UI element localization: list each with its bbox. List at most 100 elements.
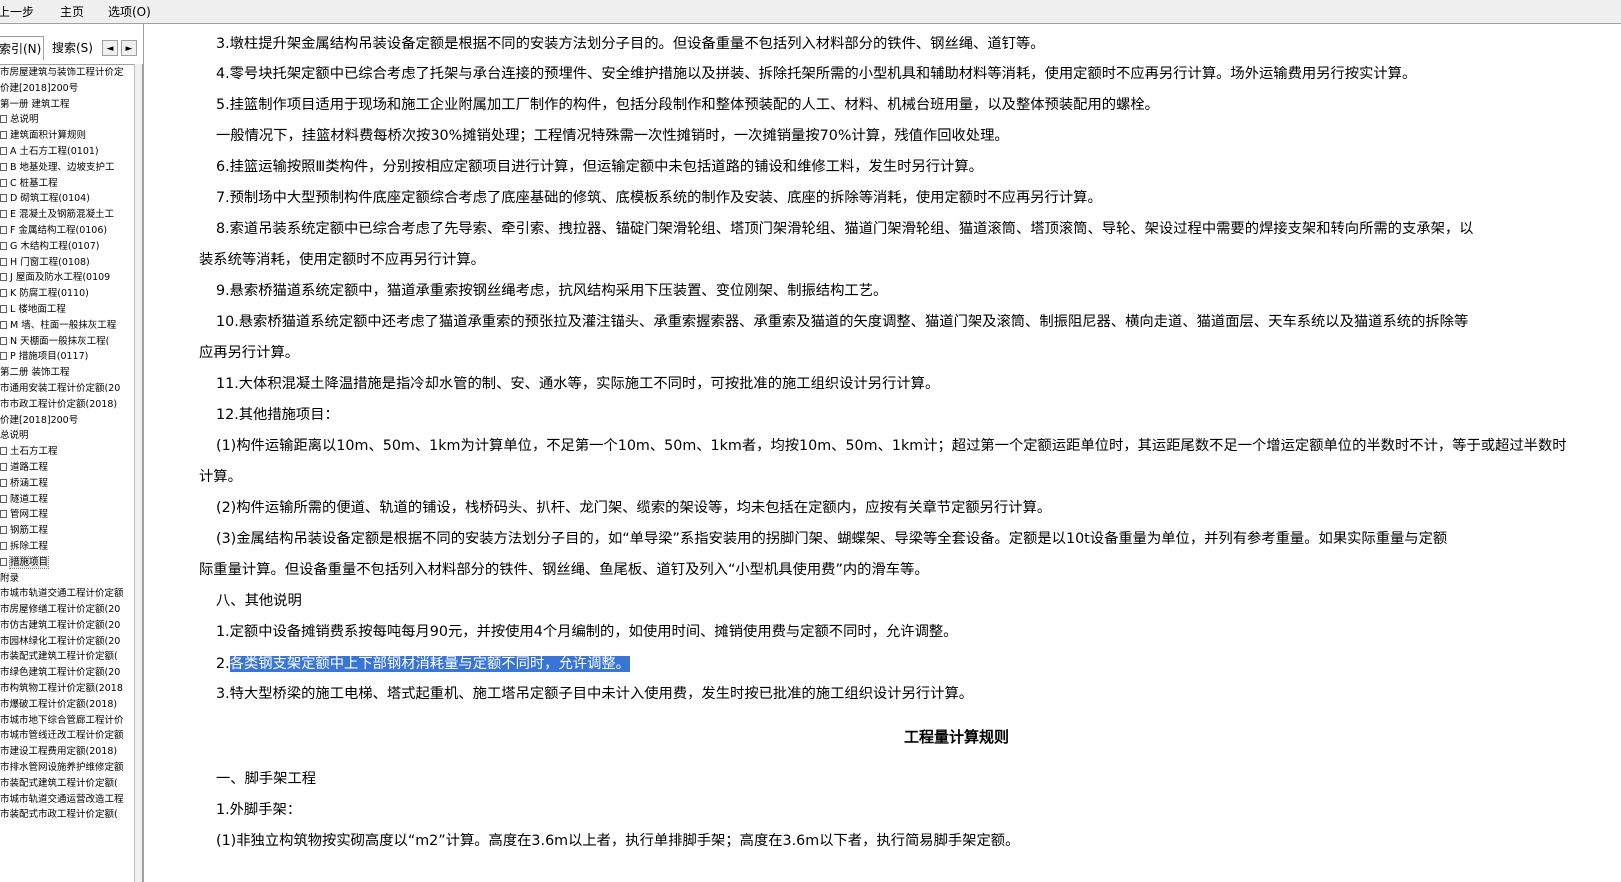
tree-item[interactable]: E 混凝土及钢筋混凝土工	[0, 207, 134, 223]
tree-item[interactable]: 第二册 装饰工程	[0, 365, 134, 381]
tree-item[interactable]: K 防腐工程(0110)	[0, 286, 134, 302]
tree-item[interactable]: 市城市轨道交通工程计价定额	[0, 586, 134, 602]
tree-item[interactable]: 附录	[0, 571, 134, 587]
nav-tabs: 索引(N) 搜索(S) ◄ ►	[0, 36, 143, 60]
tree-item[interactable]: 市装配式市政工程计价定额(	[0, 807, 134, 823]
tree-item[interactable]: H 门窗工程(0108)	[0, 255, 134, 271]
tree-item-label: 市仿古建筑工程计价定额(20	[0, 619, 121, 631]
back-button[interactable]: 上一步	[0, 4, 34, 20]
selected-text[interactable]: 各类钢支架定额中上下部钢材消耗量与定额不同时，允许调整。	[229, 656, 630, 672]
tree-item[interactable]: J 屋面及防水工程(0109	[0, 270, 134, 286]
tree-item[interactable]: F 金属结构工程(0106)	[0, 223, 134, 239]
tree-item[interactable]: 市房屋修缮工程计价定额(20	[0, 602, 134, 618]
tree-item[interactable]: 市城市轨道交通运营改造工程	[0, 792, 134, 808]
tree-item[interactable]: 市城市地下综合管廊工程计价	[0, 713, 134, 729]
options-menu-button[interactable]: 选项(O)	[108, 4, 151, 20]
tree-item-label: 钢筋工程	[10, 525, 49, 537]
tree-item-label: 市房屋修缮工程计价定额(20	[0, 604, 121, 616]
tree-item[interactable]: 措施项目	[0, 555, 134, 571]
tree-item[interactable]: M 墙、柱面一般抹灰工程	[0, 318, 134, 334]
tree-item[interactable]: 建筑面积计算规则	[0, 128, 134, 144]
tree-item[interactable]: 拆除工程	[0, 539, 134, 555]
tree-item-label: M 墙、柱面一般抹灰工程	[10, 319, 117, 331]
tree-item[interactable]: 市装配式建筑工程计价定额(	[0, 776, 134, 792]
tree-item[interactable]: 总说明	[0, 112, 134, 128]
tree-item[interactable]: 市市政工程计价定额(2018)	[0, 397, 134, 413]
tab-scroll-right-icon[interactable]: ►	[121, 40, 137, 56]
tree-item[interactable]: 土石方工程	[0, 444, 134, 460]
page-icon	[0, 304, 7, 313]
tree-item-label: 价建[2018]200号	[0, 414, 79, 426]
page-icon	[0, 115, 7, 124]
tree-item-label: 市城市轨道交通运营改造工程	[0, 793, 124, 805]
paragraph: 一般情况下，挂篮材料费每桥次按30%摊销处理；工程情况特殊需一次性摊销时，一次摊…	[216, 128, 1009, 144]
page-icon	[0, 478, 7, 487]
page-icon	[0, 194, 7, 203]
page-icon	[0, 541, 7, 550]
paragraph: 9.悬索桥猫道系统定额中，猫道承重索按钢丝绳考虑，抗风结构采用下压装置、变位刚架…	[216, 283, 888, 299]
tree-item[interactable]: 道路工程	[0, 460, 134, 476]
page-icon	[0, 241, 7, 250]
paragraph: (2)构件运输所需的便道、轨道的铺设，栈桥码头、扒杆、龙门架、缆索的架设等，均未…	[216, 500, 1052, 516]
tree-item[interactable]: 市排水管网设施养护维修定额	[0, 760, 134, 776]
paragraph: (1)构件运输距离以10m、50m、1km为计算单位，不足第一个10m、50m、…	[216, 438, 1567, 454]
tree-item[interactable]: L 楼地面工程	[0, 302, 134, 318]
paragraph: 11.大体积混凝土降温措施是指冷却水管的制、安、通水等，实际施工不同时，可按批准…	[216, 376, 940, 392]
tree-item[interactable]: 市城市管线迁改工程计价定额	[0, 728, 134, 744]
tree-item[interactable]: B 地基处理、边坡支护工	[0, 160, 134, 176]
tree-item[interactable]: G 木结构工程(0107)	[0, 239, 134, 255]
home-button[interactable]: 主页	[60, 4, 84, 20]
tab-search[interactable]: 搜索(S)	[52, 36, 102, 60]
tree-item[interactable]: 桥涵工程	[0, 476, 134, 492]
tree-item-label: K 防腐工程(0110)	[10, 288, 89, 300]
tree-item[interactable]: 价建[2018]200号	[0, 413, 134, 429]
page-icon	[0, 131, 7, 140]
tree-item[interactable]: 市绿色建筑工程计价定额(20	[0, 665, 134, 681]
tree-item[interactable]: 市装配式建筑工程计价定额(	[0, 649, 134, 665]
paragraph: (1)非独立构筑物按实砌高度以“m2”计算。高度在3.6m以上者，执行单排脚手架…	[216, 833, 1020, 849]
tree-item[interactable]: 管网工程	[0, 507, 134, 523]
tree-item[interactable]: 总说明	[0, 428, 134, 444]
tree-item[interactable]: 市通用安装工程计价定额(20	[0, 381, 134, 397]
tree-item-label: 市构筑物工程计价定额(2018	[0, 683, 123, 695]
page-icon	[0, 447, 7, 456]
tree-item-label: 桥涵工程	[10, 477, 49, 489]
paragraph: 3.特大型桥梁的施工电梯、塔式起重机、施工塔吊定额子目中未计入使用费，发生时按已…	[216, 686, 974, 702]
tree-item[interactable]: 市构筑物工程计价定额(2018	[0, 681, 134, 697]
tree-item[interactable]: 市园林绿化工程计价定额(20	[0, 634, 134, 650]
tree-item-label: J 屋面及防水工程(0109	[10, 272, 111, 284]
contents-tree[interactable]: 市房屋建筑与装饰工程计价定 价建[2018]200号 第一册 建筑工程 总说明 建筑面积…	[0, 64, 134, 882]
tree-item[interactable]: 第一册 建筑工程	[0, 97, 134, 113]
tree-item[interactable]: A 土石方工程(0101)	[0, 144, 134, 160]
tree-item[interactable]: 市建设工程费用定额(2018)	[0, 744, 134, 760]
tree-item[interactable]: 市房屋建筑与装饰工程计价定	[0, 65, 134, 81]
paragraph: 7.预制场中大型预制构件底座定额综合考虑了底座基础的修筑、底模板系统的制作及安装…	[216, 190, 1102, 206]
tree-item[interactable]: P 措施项目(0117)	[0, 349, 134, 365]
tree-item[interactable]: 市爆破工程计价定额(2018)	[0, 697, 134, 713]
tree-item[interactable]: 价建[2018]200号	[0, 81, 134, 97]
tree-item[interactable]: 隧道工程	[0, 492, 134, 508]
tree-item-label: 市装配式市政工程计价定额(	[0, 809, 118, 821]
tree-item[interactable]: C 桩基工程	[0, 176, 134, 192]
tree-item-label: L 楼地面工程	[10, 303, 66, 315]
tree-scrollbar[interactable]	[134, 64, 143, 882]
tree-item[interactable]: 市仿古建筑工程计价定额(20	[0, 618, 134, 634]
paragraph: 1.外脚手架：	[216, 802, 302, 818]
tab-index[interactable]: 索引(N)	[0, 36, 44, 60]
tree-item-label: 市城市轨道交通工程计价定额	[0, 588, 124, 600]
tab-scroll-left-icon[interactable]: ◄	[102, 40, 118, 56]
tree-item-label: F 金属结构工程(0106)	[10, 224, 108, 236]
paragraph-number: 2.	[216, 656, 230, 672]
section-title: 工程量计算规则	[904, 728, 1010, 746]
tree-item-label: 土石方工程	[10, 446, 58, 458]
tree-item[interactable]: N 天棚面一般抹灰工程(	[0, 334, 134, 350]
tree-item[interactable]: 钢筋工程	[0, 523, 134, 539]
tree-item-label: 第二册 装饰工程	[0, 367, 70, 379]
page-icon	[0, 257, 7, 266]
paragraph: 1.定额中设备摊销费系按每吨每月90元，并按使用4个月编制的，如使用时间、摊销使…	[216, 624, 958, 640]
tree-item[interactable]: D 砌筑工程(0104)	[0, 191, 134, 207]
tree-item-label: 市建设工程费用定额(2018)	[0, 746, 118, 758]
tree-item-label: 价建[2018]200号	[0, 82, 79, 94]
page-icon	[0, 526, 7, 535]
tree-item-label: 市排水管网设施养护维修定额	[0, 762, 124, 774]
